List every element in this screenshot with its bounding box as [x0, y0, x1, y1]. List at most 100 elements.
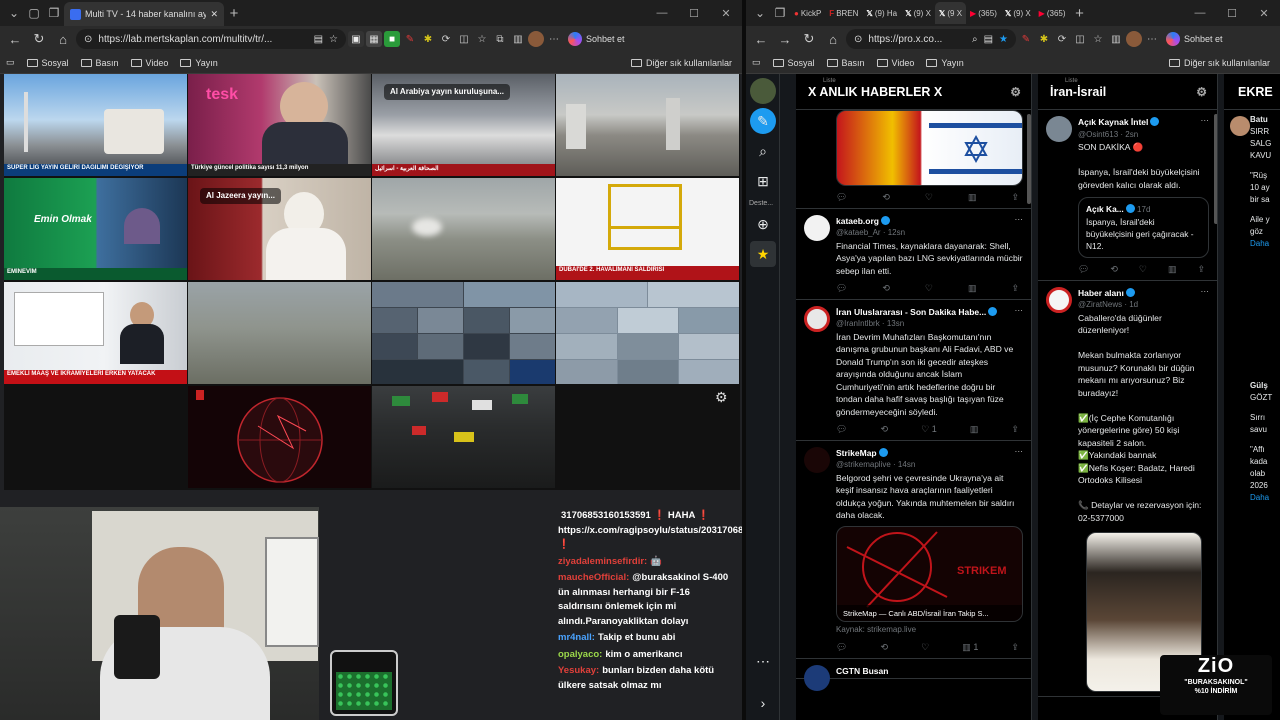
tab-x-3[interactable]: 𝕏 (9) X — [1001, 2, 1035, 24]
tweet-more-icon[interactable]: ⋯ — [1015, 304, 1024, 317]
tv-feed-3[interactable]: Al Arabiya yayın kuruluşuna... الصحافة ا… — [372, 74, 555, 176]
iranintl-avatar[interactable] — [804, 305, 830, 332]
workspaces-icon[interactable]: ❐ — [770, 3, 790, 23]
back-icon[interactable]: ← — [4, 29, 26, 49]
tab-actions-icon[interactable]: ⌄ — [750, 3, 770, 23]
maximize-icon[interactable]: ☐ — [1216, 0, 1248, 26]
bookmark-folder-sosyal[interactable]: Sosyal — [772, 58, 815, 68]
share-icon[interactable]: ⇪ — [1197, 263, 1205, 276]
like-icon[interactable]: ♡ — [925, 282, 933, 295]
bookmark-folder-yayin[interactable]: Yayın — [180, 58, 218, 68]
address-bar[interactable]: ⊙ https://pro.x.co... ⌕ ▤ ★ — [846, 29, 1016, 49]
home-icon[interactable]: ⌂ — [52, 29, 74, 49]
reply-icon[interactable]: 💬︎ — [1078, 263, 1089, 276]
extension-1-icon[interactable]: ▣ — [348, 31, 364, 47]
reply-icon[interactable]: 💬︎ — [836, 282, 847, 295]
tab-x-active[interactable]: 𝕏 (9 X — [934, 2, 967, 24]
collections-icon[interactable]: ▥ — [510, 31, 526, 47]
bookmarks-menu-icon[interactable]: ▭ — [752, 57, 761, 68]
quoted-tweet[interactable]: Açık Ka... 17d İspanya, İsrail'deki büyü… — [1078, 197, 1209, 258]
share-icon[interactable]: ⇪ — [1011, 641, 1019, 654]
new-tab-icon[interactable]: + — [1070, 3, 1090, 23]
column-3-avatar[interactable] — [1230, 116, 1250, 136]
link-card[interactable]: STRIKEM StrikeMap — Canlı ABD/İsrail İra… — [836, 525, 1023, 622]
share-icon[interactable]: ⇪ — [1011, 282, 1019, 295]
tv-feed-9[interactable]: EMEKLİ MAAŞ VE İKRAMİYELERİ ERKEN YATACA… — [4, 282, 187, 384]
extension-2-icon[interactable]: ▦ — [366, 31, 382, 47]
quote-author[interactable]: Açık Ka... — [1086, 204, 1124, 214]
reply-icon[interactable]: 💬︎ — [836, 423, 847, 436]
account-avatar[interactable] — [750, 78, 776, 104]
reload-icon[interactable]: ↻ — [28, 29, 50, 49]
retweet-icon[interactable]: ⟲ — [882, 282, 890, 295]
chat-username[interactable]: Yesukay: — [558, 665, 599, 676]
reader-icon[interactable]: ▤ — [984, 34, 993, 45]
profile-avatar[interactable] — [1126, 31, 1142, 47]
tweet-acik-kaynak[interactable]: ⋯ Açık Kaynak İntel @Osint613 · 2sn SON … — [1038, 110, 1217, 281]
snippet[interactable]: Daha — [1250, 492, 1280, 504]
favorites-icon[interactable]: ☆ — [474, 31, 490, 47]
new-tab-icon[interactable]: + — [224, 3, 244, 23]
tweet-strikemap[interactable]: ⋯ StrikeMap @strikemaplive · 14sn Belgor… — [796, 441, 1031, 659]
like-icon[interactable]: ♡ — [1139, 263, 1147, 276]
bookmark-folder-basin[interactable]: Basın — [80, 58, 119, 68]
tweet-more-icon[interactable]: ⋯ — [1201, 114, 1210, 127]
workspaces-icon[interactable]: ▢ — [24, 3, 44, 23]
collections-icon[interactable]: ▥ — [1108, 31, 1124, 47]
tab-bren[interactable]: F BREN — [825, 2, 862, 24]
column-settings-icon[interactable]: ⚙ — [1196, 85, 1207, 99]
tv-feed-6[interactable]: Al Jazeera yayın... — [188, 178, 371, 280]
split-screen-icon[interactable]: ◫ — [456, 31, 472, 47]
expand-sidebar-icon[interactable]: › — [750, 690, 776, 716]
minimize-icon[interactable]: — — [1184, 0, 1216, 26]
search-icon[interactable]: ⌕ — [750, 138, 776, 164]
share-icon[interactable]: ⇪ — [1011, 191, 1019, 204]
grid-settings-gear-icon[interactable]: ⚙ — [715, 389, 728, 406]
back-icon[interactable]: ← — [750, 29, 772, 49]
copilot-button[interactable]: Sohbet et — [564, 32, 629, 46]
retweet-icon[interactable]: ⟲ — [881, 641, 889, 654]
column-settings-icon[interactable]: ⚙ — [1010, 85, 1021, 99]
tweet-flags[interactable]: 💬︎ ⟲ ♡ ▥ ⇪ — [796, 110, 1031, 209]
tweet-more-icon[interactable]: ⋯ — [1201, 285, 1210, 298]
chat-username[interactable]: mr4nall: — [558, 632, 595, 643]
author-name[interactable]: Haber alanı — [1078, 288, 1124, 298]
chat-username[interactable]: maucheOfficial: — [558, 572, 629, 583]
cgtn-avatar[interactable] — [804, 664, 830, 691]
tab-close-icon[interactable]: ✕ — [210, 9, 218, 20]
views-icon[interactable]: ▥ — [968, 282, 977, 295]
tab-youtube-1[interactable]: ▶ (365) — [966, 2, 1001, 24]
tv-feed-11[interactable] — [372, 282, 555, 384]
site-info-icon[interactable]: ⊙ — [854, 34, 862, 45]
bookmark-folder-basin[interactable]: Basın — [826, 58, 865, 68]
bookmark-folder-sosyal[interactable]: Sosyal — [26, 58, 69, 68]
extensions-icon[interactable]: ⧉ — [492, 31, 508, 47]
tv-feed-8[interactable]: DUBAİ'DE 2. HAVALİMANI SALDIRISI — [556, 178, 739, 280]
column-scrollbar[interactable] — [1027, 114, 1031, 204]
deck-star-icon[interactable]: ★ — [750, 241, 776, 267]
extension-6-icon[interactable]: ⟳ — [1054, 31, 1070, 47]
author-name[interactable]: CGTN Busan — [836, 666, 888, 676]
other-favorites[interactable]: Diğer sık kullanılanlar — [630, 52, 732, 74]
favorite-star-icon[interactable]: ☆ — [329, 34, 338, 45]
extension-4-icon[interactable]: ✎ — [1018, 31, 1034, 47]
extension-4-icon[interactable]: ✎ — [402, 31, 418, 47]
column-scrollbar[interactable] — [1214, 114, 1217, 224]
maximize-icon[interactable]: ☐ — [678, 0, 710, 26]
site-info-icon[interactable]: ⊙ — [84, 34, 92, 45]
snippet[interactable]: Daha — [1250, 238, 1280, 250]
chat-username[interactable]: opalyaco: — [558, 649, 602, 660]
kataeb-avatar[interactable] — [804, 214, 830, 241]
tab-actions-icon[interactable]: ⌄ — [4, 3, 24, 23]
like-icon[interactable]: ♡ — [925, 191, 933, 204]
other-favorites[interactable]: Diğer sık kullanılanlar — [1168, 52, 1270, 74]
extension-6-icon[interactable]: ⟳ — [438, 31, 454, 47]
bookmark-folder-yayin[interactable]: Yayın — [926, 58, 964, 68]
tv-feed-7[interactable] — [372, 178, 555, 280]
tv-feed-13[interactable] — [188, 386, 371, 488]
tab-x-1[interactable]: 𝕏 (9) Ha — [862, 2, 901, 24]
more-menu-icon[interactable]: ⋯ — [1144, 31, 1160, 47]
retweet-icon[interactable]: ⟲ — [881, 423, 889, 436]
bookmark-folder-video[interactable]: Video — [130, 58, 168, 68]
address-bar[interactable]: ⊙ https://lab.mertskaplan.com/multitv/tr… — [76, 29, 346, 49]
